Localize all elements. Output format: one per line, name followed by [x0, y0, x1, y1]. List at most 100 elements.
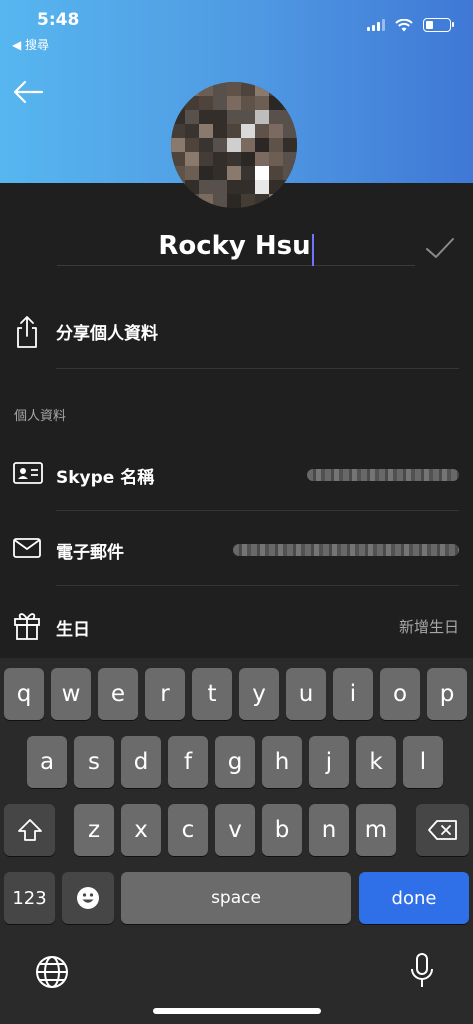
share-profile-row[interactable]: 分享個人資料	[0, 312, 473, 352]
avatar-pixel	[241, 138, 255, 152]
signal-icon	[367, 19, 385, 31]
key-o[interactable]: o	[380, 668, 420, 720]
delete-key[interactable]	[416, 804, 469, 856]
avatar-pixel	[199, 138, 213, 152]
avatar-pixel	[171, 194, 185, 208]
shift-icon	[17, 819, 42, 841]
avatar-pixel	[255, 194, 269, 208]
avatar-pixel	[255, 96, 269, 110]
avatar-pixel	[227, 82, 241, 96]
avatar-pixel	[269, 138, 283, 152]
key-l[interactable]: l	[403, 736, 443, 788]
display-name-text[interactable]: Rocky Hsu	[158, 231, 310, 261]
back-arrow-icon[interactable]	[12, 78, 44, 106]
key-q[interactable]: q	[4, 668, 44, 720]
avatar-pixel	[213, 194, 227, 208]
key-f[interactable]: f	[168, 736, 208, 788]
skype-name-row[interactable]: Skype 名稱	[0, 455, 473, 495]
key-j[interactable]: j	[309, 736, 349, 788]
avatar-pixel	[255, 180, 269, 194]
key-w[interactable]: w	[51, 668, 91, 720]
avatar-pixel	[199, 194, 213, 208]
avatar-pixel	[269, 194, 283, 208]
avatar-pixel	[199, 124, 213, 138]
key-y[interactable]: y	[239, 668, 279, 720]
skype-name-label: Skype 名稱	[56, 468, 155, 488]
share-profile-label: 分享個人資料	[56, 324, 158, 344]
key-v[interactable]: v	[215, 804, 255, 856]
display-name-field[interactable]: Rocky Hsu	[57, 218, 415, 266]
emoji-key[interactable]	[62, 872, 114, 924]
avatar-pixel	[185, 194, 199, 208]
mail-icon	[13, 538, 41, 558]
key-m[interactable]: m	[356, 804, 396, 856]
back-to-search-link[interactable]: ◀ 搜尋	[12, 36, 49, 53]
avatar-pixel	[213, 110, 227, 124]
avatar-pixel	[199, 110, 213, 124]
text-caret	[311, 233, 314, 266]
avatar-pixel	[241, 194, 255, 208]
home-indicator[interactable]	[153, 1008, 321, 1014]
divider	[56, 510, 459, 511]
wifi-icon	[395, 18, 413, 31]
avatar-pixel	[213, 96, 227, 110]
status-time: 5:48	[37, 10, 80, 30]
avatar-pixel	[255, 152, 269, 166]
check-icon[interactable]	[424, 232, 456, 264]
add-birthday-link[interactable]: 新增生日	[399, 616, 459, 637]
key-p[interactable]: p	[427, 668, 467, 720]
avatar-pixel	[199, 180, 213, 194]
avatar-pixel	[199, 166, 213, 180]
avatar-pixel	[269, 124, 283, 138]
avatar-pixel	[185, 180, 199, 194]
key-c[interactable]: c	[168, 804, 208, 856]
key-g[interactable]: g	[215, 736, 255, 788]
avatar-pixel	[185, 166, 199, 180]
key-x[interactable]: x	[121, 804, 161, 856]
email-row[interactable]: 電子郵件	[0, 530, 473, 570]
avatar-pixel	[241, 82, 255, 96]
avatar-pixel	[213, 82, 227, 96]
key-t[interactable]: t	[192, 668, 232, 720]
key-r[interactable]: r	[145, 668, 185, 720]
avatar-pixel	[171, 124, 185, 138]
gift-icon	[14, 613, 40, 640]
key-b[interactable]: b	[262, 804, 302, 856]
key-s[interactable]: s	[74, 736, 114, 788]
key-k[interactable]: k	[356, 736, 396, 788]
status-bar: 5:48 ◀ 搜尋	[0, 0, 473, 56]
avatar-pixel	[199, 152, 213, 166]
avatar-pixel	[283, 138, 297, 152]
battery-level	[426, 21, 433, 29]
key-n[interactable]: n	[309, 804, 349, 856]
birthday-label: 生日	[56, 620, 90, 640]
avatar-pixel	[213, 138, 227, 152]
birthday-row[interactable]: 生日 新增生日	[0, 607, 473, 647]
key-z[interactable]: z	[74, 804, 114, 856]
key-a[interactable]: a	[27, 736, 67, 788]
share-icon	[17, 316, 37, 348]
avatar[interactable]	[171, 82, 297, 208]
shift-key[interactable]	[4, 804, 55, 856]
avatar-pixel	[241, 166, 255, 180]
battery-icon	[423, 18, 454, 32]
space-key[interactable]: space	[121, 872, 351, 924]
avatar-pixel	[227, 124, 241, 138]
avatar-pixel	[213, 152, 227, 166]
microphone-icon[interactable]	[409, 952, 435, 990]
key-i[interactable]: i	[333, 668, 373, 720]
key-u[interactable]: u	[286, 668, 326, 720]
avatar-pixel	[255, 166, 269, 180]
avatar-pixel	[269, 152, 283, 166]
globe-icon[interactable]	[35, 955, 69, 989]
section-title: 個人資料	[14, 409, 67, 424]
done-key[interactable]: done	[359, 872, 469, 924]
avatar-pixel	[269, 166, 283, 180]
key-h[interactable]: h	[262, 736, 302, 788]
delete-icon	[427, 820, 457, 840]
key-e[interactable]: e	[98, 668, 138, 720]
avatar-pixel	[171, 152, 185, 166]
key-d[interactable]: d	[121, 736, 161, 788]
numbers-key[interactable]: 123	[4, 872, 55, 924]
keyboard: 123 space done qwertyuiop asdfghjkl zxcvbn…	[0, 658, 473, 1024]
